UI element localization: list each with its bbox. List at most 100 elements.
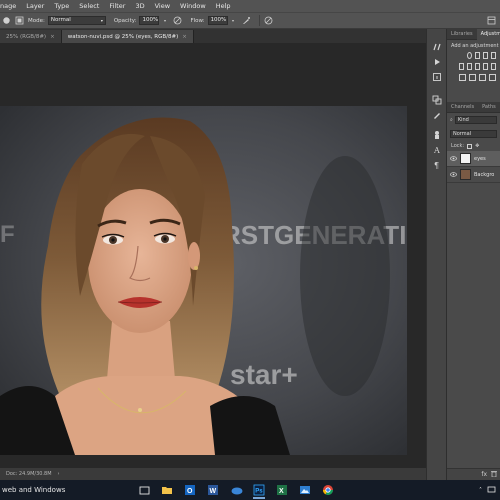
right-panels: Libraries Adjustme Add an adjustment Cha… <box>446 28 500 480</box>
adjustment-icons-row-2 <box>447 62 500 73</box>
properties-icon[interactable] <box>432 95 442 105</box>
task-view-icon[interactable] <box>135 481 153 499</box>
glyphs-icon[interactable]: A <box>432 145 442 155</box>
network-icon[interactable] <box>487 486 496 495</box>
menu-image[interactable]: nage <box>0 2 21 10</box>
adjustment-icons-row-3 <box>447 73 500 84</box>
eye-icon[interactable] <box>450 171 457 178</box>
layer-thumbnail <box>460 153 471 164</box>
opacity-field[interactable]: 100% <box>139 16 160 25</box>
lock-pixels-icon[interactable] <box>467 143 473 149</box>
layer-row[interactable]: Backgro <box>447 167 500 183</box>
menu-type[interactable]: Type <box>49 2 74 10</box>
opacity-value: 100% <box>142 17 159 23</box>
onedrive-icon[interactable] <box>227 481 245 499</box>
add-adjustment-label: Add an adjustment <box>451 43 499 49</box>
divider <box>258 15 260 26</box>
close-icon[interactable]: × <box>182 34 187 40</box>
play-action-icon[interactable] <box>432 57 442 67</box>
hue-saturation-icon[interactable] <box>467 63 472 70</box>
tab-channels[interactable]: Channels <box>447 102 478 113</box>
chrome-icon[interactable] <box>319 481 337 499</box>
search-icon: ⌕ <box>450 117 453 123</box>
info-icon[interactable] <box>432 72 442 82</box>
word-icon[interactable]: W <box>204 481 222 499</box>
options-bar: Mode: Normal ▾ Opacity: 100% ▾ Flow: 100… <box>0 12 500 29</box>
svg-text:W: W <box>210 488 217 495</box>
history-icon[interactable] <box>432 42 442 52</box>
close-icon[interactable]: × <box>50 34 55 40</box>
file-explorer-icon[interactable] <box>158 481 176 499</box>
photos-icon[interactable] <box>296 481 314 499</box>
pressure-opacity-icon[interactable] <box>173 16 182 25</box>
document-canvas[interactable]: RSTGENERATI F star+ <box>0 106 407 455</box>
chevron-right-icon[interactable]: › <box>58 471 60 477</box>
gradient-map-icon[interactable] <box>489 74 496 81</box>
doc-tab-inactive[interactable]: 25% (RGB/8#) × <box>0 30 62 43</box>
pressure-size-icon[interactable] <box>264 16 273 25</box>
chevron-down-icon[interactable]: ▾ <box>160 16 169 25</box>
menu-help[interactable]: Help <box>211 2 236 10</box>
layer-filter-row: ⌕ Kind <box>447 113 500 127</box>
eye-icon[interactable] <box>450 155 457 162</box>
threshold-icon[interactable] <box>479 74 486 81</box>
chevron-down-icon[interactable]: ▾ <box>229 16 238 25</box>
menu-window[interactable]: Window <box>175 2 211 10</box>
curves-icon[interactable] <box>483 52 488 59</box>
panel-tabs-layers: Channels Paths <box>447 102 500 113</box>
svg-text:star+: star+ <box>230 359 298 390</box>
tab-libraries[interactable]: Libraries <box>447 29 477 40</box>
flow-field[interactable]: 100% <box>207 16 228 25</box>
vibrance-icon[interactable] <box>459 63 464 70</box>
svg-text:A: A <box>433 146 440 155</box>
tab-adjustments[interactable]: Adjustme <box>476 28 500 40</box>
brightness-icon[interactable] <box>467 52 472 59</box>
brush-settings-icon[interactable] <box>15 16 24 25</box>
trash-icon[interactable] <box>491 470 497 479</box>
brushes-icon[interactable] <box>432 110 442 120</box>
black-white-icon[interactable] <box>483 63 488 70</box>
posterize-icon[interactable] <box>469 74 476 81</box>
menu-view[interactable]: View <box>150 2 175 10</box>
windows-taskbar: web and Windows O W Ps X ˄ <box>0 480 500 500</box>
photoshop-icon[interactable]: Ps <box>250 481 268 499</box>
blend-mode-row: Normal <box>447 127 500 141</box>
blend-mode-select[interactable]: Normal <box>450 130 497 138</box>
svg-text:F: F <box>0 221 15 248</box>
mode-value: Normal <box>50 17 71 23</box>
layer-row[interactable]: eyes <box>447 151 500 167</box>
menu-3d[interactable]: 3D <box>130 2 149 10</box>
airbrush-icon[interactable] <box>242 16 251 25</box>
invert-icon[interactable] <box>459 74 466 81</box>
paragraph-icon[interactable]: ¶ <box>432 160 442 170</box>
menu-filter[interactable]: Filter <box>104 2 130 10</box>
color-balance-icon[interactable] <box>475 63 480 70</box>
taskbar-search-box[interactable]: web and Windows <box>0 486 130 494</box>
mode-select[interactable]: Normal ▾ <box>47 16 106 25</box>
menu-select[interactable]: Select <box>74 2 104 10</box>
doc-tab-active[interactable]: watson-nuvi.psd @ 25% (eyes, RGB/8#) × <box>61 30 194 43</box>
layer-thumbnail <box>460 169 471 180</box>
lock-position-icon[interactable]: ✥ <box>475 143 479 149</box>
doc-tab-label: watson-nuvi.psd @ 25% (eyes, RGB/8#) <box>67 33 179 40</box>
menu-bar: nage Layer Type Select Filter 3D View Wi… <box>0 0 500 12</box>
menu-layer[interactable]: Layer <box>21 2 49 10</box>
exposure-icon[interactable] <box>491 52 496 59</box>
kind-filter-select[interactable]: Kind <box>454 116 497 124</box>
outlook-icon[interactable]: O <box>181 481 199 499</box>
svg-text:X: X <box>279 488 284 495</box>
levels-icon[interactable] <box>475 52 480 59</box>
clone-source-icon[interactable] <box>432 130 442 140</box>
flow-label: Flow: <box>190 17 205 24</box>
canvas-area[interactable]: RSTGENERATI F star+ <box>0 43 426 468</box>
excel-icon[interactable]: X <box>273 481 291 499</box>
tab-paths[interactable]: Paths <box>478 102 500 113</box>
status-bar: Doc: 24.9M/30.8M › <box>0 468 426 480</box>
svg-text:O: O <box>187 488 193 495</box>
photo-filter-icon[interactable] <box>491 63 496 70</box>
svg-text:Ps: Ps <box>255 489 263 495</box>
chevron-up-icon[interactable]: ˄ <box>479 487 482 494</box>
fx-icon[interactable]: fx <box>481 471 487 478</box>
brush-preset-icon[interactable] <box>2 16 11 25</box>
workspace-icon[interactable] <box>487 16 496 25</box>
